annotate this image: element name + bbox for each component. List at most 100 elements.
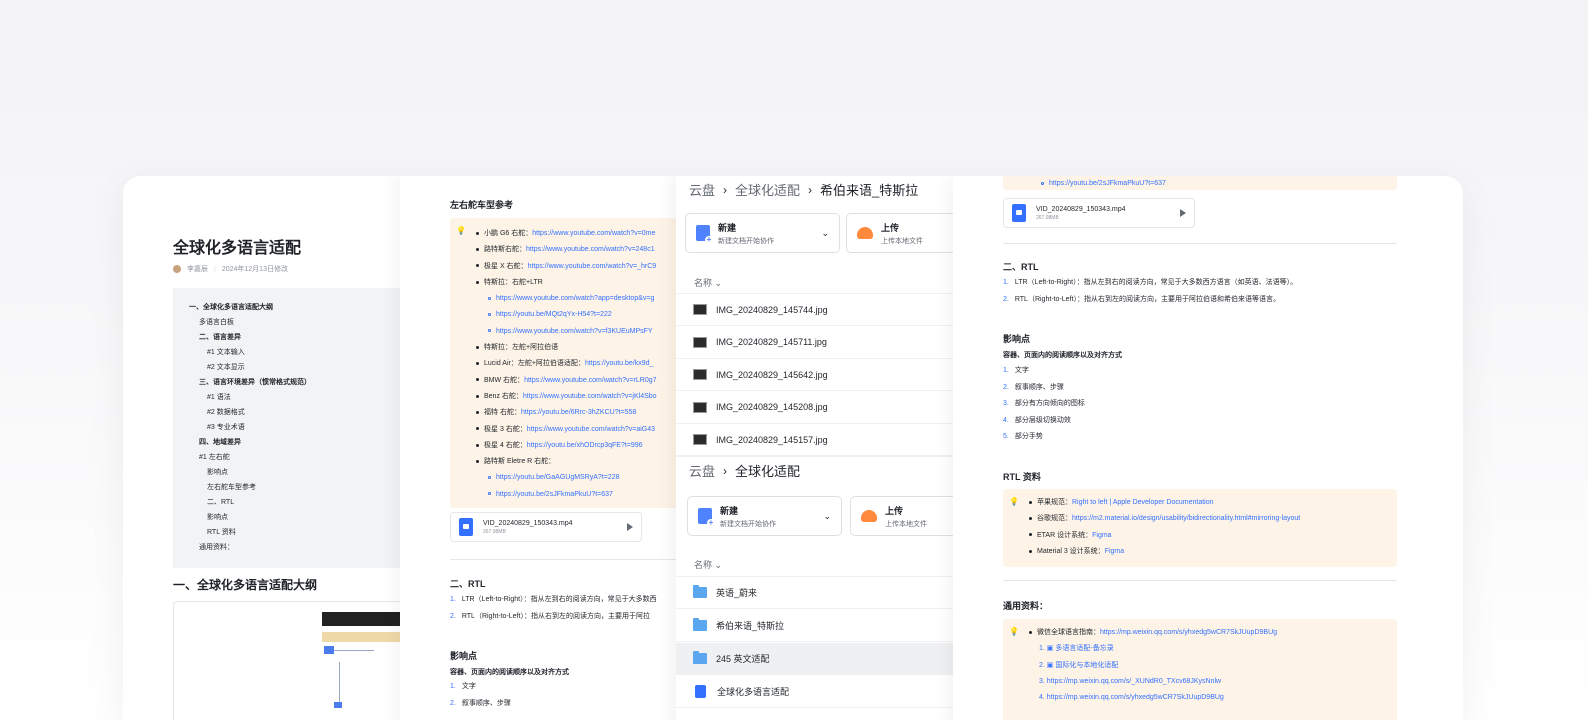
- list-item: 2. RTL（Right-to-Left）：指从右到左的阅读方向，主要用于阿拉伯语…: [1003, 292, 1297, 309]
- item-label: 谷歌规范：: [1037, 515, 1072, 523]
- list-item: https://youtu.be/GaAGUgMSRyA?t=228: [462, 470, 684, 486]
- item-link[interactable]: https://m2.material.io/design/usability/…: [1072, 515, 1300, 522]
- item-label: BMW 右舵：: [484, 376, 525, 384]
- item-link[interactable]: https://mp.weixin.qq.com/s/yhxedg5wCR7Sk…: [1047, 694, 1224, 701]
- new-button[interactable]: 新建 新建文档开始协作 ⌄: [685, 213, 840, 253]
- name-column-header[interactable]: 名称 ⌄: [694, 276, 722, 289]
- item-link[interactable]: https://mp.weixin.qq.com/s/_XUNdR0_TXcv6…: [1047, 678, 1221, 685]
- outline-item[interactable]: #1 左右舵: [189, 450, 397, 465]
- item-link[interactable]: 多语言适配-备忘录: [1055, 645, 1113, 652]
- author-name[interactable]: 李嘉辰: [187, 264, 208, 274]
- outline-item[interactable]: 通用资料：: [189, 540, 397, 555]
- file-row[interactable]: IMG_20240829_145744.jpg: [676, 294, 954, 326]
- outline-item[interactable]: 影响点: [189, 465, 397, 480]
- item-link[interactable]: 国际化与本地化适配: [1055, 662, 1118, 669]
- breadcrumb-item[interactable]: 全球化适配: [735, 180, 800, 199]
- outline-item[interactable]: RTL 资料: [189, 525, 397, 540]
- item-link[interactable]: https://www.youtube.com/watch?app=deskto…: [496, 295, 654, 302]
- breadcrumb: 云盘 › 全球化适配 › 希伯来语_特斯拉: [689, 180, 918, 199]
- list-number: 3.: [1039, 677, 1047, 685]
- item-link[interactable]: https://youtu.be/GaAGUgMSRyA?t=228: [496, 474, 620, 481]
- new-doc-icon: [698, 508, 715, 527]
- item-link[interactable]: https://www.youtube.com/watch?v=rLR0g7: [524, 377, 656, 384]
- outline-item[interactable]: #2 数据格式: [189, 405, 397, 420]
- video-link[interactable]: https://youtu.be/2sJFkmaPkuU?t=637: [1049, 180, 1166, 187]
- outline-item[interactable]: 一、全球化多语言适配大纲: [189, 300, 397, 315]
- outline-item[interactable]: 二、RTL: [189, 495, 397, 510]
- outline-item[interactable]: #3 专业术语: [189, 420, 397, 435]
- folder-row[interactable]: 245 英文适配: [676, 643, 954, 675]
- upload-button-sub: 上传本地文件: [881, 237, 923, 245]
- upload-button[interactable]: 上传 上传本地文件: [846, 213, 954, 253]
- item-link[interactable]: https://youtu.be/6Rrc-3hZKCU?t=558: [521, 409, 636, 416]
- image-file-icon: [693, 304, 707, 315]
- play-icon[interactable]: [627, 523, 633, 531]
- item-label: 微信全球语言指南：: [1037, 629, 1100, 636]
- item-link[interactable]: https://www.youtube.com/watch?v=aiG43: [527, 426, 655, 433]
- rtl-list: 1. LTR（Left-to-Right）：指从左到右的阅读方向，常见于大多数西方…: [1003, 275, 1297, 308]
- item-link[interactable]: https://www.youtube.com/watch?v=jKl4Sbo: [523, 393, 657, 400]
- video-file-icon: [1012, 204, 1026, 222]
- item-link[interactable]: Figma: [1092, 532, 1111, 539]
- new-button-text: 新建 新建文档开始协作: [718, 221, 774, 246]
- new-button[interactable]: 新建 新建文档开始协作 ⌄: [687, 496, 842, 536]
- outline-item[interactable]: 三、语言环境差异（惯常格式规范）: [189, 375, 397, 390]
- file-row[interactable]: IMG_20240829_145157.jpg: [676, 424, 954, 456]
- upload-button[interactable]: 上传 上传本地文件: [850, 496, 954, 536]
- column-header-label: 名称: [694, 278, 713, 288]
- list-item: 路特斯右舵：https://www.youtube.com/watch?v=24…: [462, 242, 684, 258]
- item-link[interactable]: Figma: [1105, 548, 1124, 555]
- item-link[interactable]: https://youtu.be/kx9d_: [585, 360, 654, 367]
- item-link[interactable]: https://youtu.be/2sJFkmaPkuU?t=637: [496, 491, 613, 498]
- breadcrumb-item[interactable]: 云盘: [689, 461, 715, 480]
- outline-item[interactable]: 二、语言差异: [189, 330, 397, 345]
- outline-item[interactable]: 影响点: [189, 510, 397, 525]
- bullet-icon: [476, 427, 479, 431]
- author-avatar[interactable]: [173, 265, 181, 273]
- breadcrumb-item[interactable]: 全球化适配: [735, 461, 800, 480]
- list-item: 2. 叙事顺序、步骤: [1003, 380, 1085, 397]
- outline-item[interactable]: #1 文本输入: [189, 345, 397, 360]
- play-icon[interactable]: [1180, 209, 1186, 217]
- item-link[interactable]: https://www.youtube.com/watch?v=248c1: [526, 246, 655, 253]
- folder-row[interactable]: 英语_蔚来: [676, 577, 954, 609]
- list-text: 部分层级切换动效: [1014, 416, 1071, 424]
- cloud-upload-icon: [857, 227, 873, 239]
- item-link[interactable]: https://youtu.be/MQt2qYx-H54?t=222: [496, 311, 612, 318]
- folder-row[interactable]: 希伯来语_特斯拉: [676, 610, 954, 642]
- file-row[interactable]: IMG_20240829_145711.jpg: [676, 327, 954, 359]
- outline-item[interactable]: #1 语法: [189, 390, 397, 405]
- item-link[interactable]: Right to left | Apple Developer Document…: [1072, 499, 1214, 506]
- bullet-icon: [476, 443, 479, 447]
- list-item: 1. ▣ 多语言适配-备忘录: [1039, 641, 1391, 657]
- list-item: 特斯拉：左舵+阿拉伯语: [462, 340, 684, 356]
- chevron-down-icon[interactable]: ⌄: [823, 511, 831, 522]
- chevron-down-icon[interactable]: ⌄: [821, 228, 829, 239]
- outline-item[interactable]: 四、地域差异: [189, 435, 397, 450]
- item-link[interactable]: https://www.youtube.com/watch?v=_hrC9: [528, 263, 657, 270]
- outline-item[interactable]: 多语言白板: [189, 315, 397, 330]
- item-link[interactable]: https://mp.weixin.qq.com/s/yhxedg5wCR7Sk…: [1100, 629, 1277, 636]
- list-item: 微信全球语言指南：https://mp.weixin.qq.com/s/yhxe…: [1015, 625, 1391, 641]
- outline-item[interactable]: #2 文本显示: [189, 360, 397, 375]
- list-item: 2. RTL（Right-to-Left）：指从右到左的阅读方向，主要用于阿拉: [450, 609, 657, 626]
- item-link[interactable]: https://www.youtube.com/watch?v=0me: [532, 230, 655, 237]
- doc-panel-car-references: 左右舵车型参考 💡 小鹏 G6 右舵：https://www.youtube.c…: [400, 176, 690, 720]
- doc-row[interactable]: 全球化多语言适配: [676, 676, 954, 708]
- outline-item[interactable]: 左右舵车型参考: [189, 480, 397, 495]
- breadcrumb-item[interactable]: 云盘: [689, 180, 715, 199]
- whiteboard-thumbnail[interactable]: [173, 601, 413, 720]
- item-link[interactable]: https://youtu.be/xhODrcp3qFE?t=996: [527, 442, 643, 449]
- file-row[interactable]: IMG_20240829_145642.jpg: [676, 359, 954, 391]
- list-item: https://www.youtube.com/watch?v=f3KUEuMP…: [462, 324, 684, 340]
- item-label: Material 3 设计系统：: [1037, 547, 1105, 555]
- list-text: 叙事顺序、步骤: [1014, 383, 1064, 391]
- video-file-card[interactable]: VID_20240829_150343.mp4 267.98MB: [450, 512, 642, 542]
- name-column-header[interactable]: 名称 ⌄: [694, 558, 722, 571]
- video-file-card[interactable]: VID_20240829_150343.mp4 267.98MB: [1003, 198, 1195, 228]
- item-link[interactable]: https://www.youtube.com/watch?v=f3KUEuMP…: [496, 328, 653, 335]
- file-info: VID_20240829_150343.mp4 267.98MB: [1036, 206, 1126, 221]
- file-row[interactable]: IMG_20240829_145208.jpg: [676, 392, 954, 424]
- breadcrumb-item[interactable]: 希伯来语_特斯拉: [820, 180, 918, 199]
- list-item: 特斯拉：右舵+LTR: [462, 275, 684, 291]
